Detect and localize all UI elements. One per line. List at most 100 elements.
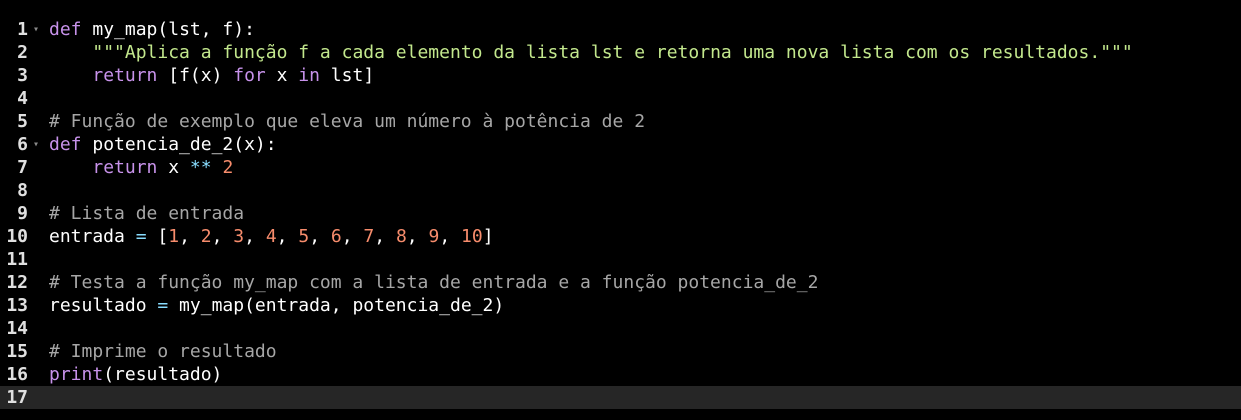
code-line[interactable]: 4	[0, 87, 1241, 110]
code-token: for	[233, 65, 266, 86]
line-number: 11	[6, 249, 28, 270]
line-number: 5	[17, 111, 28, 132]
code-token: 3	[233, 226, 245, 247]
fold-arrow-icon[interactable]: ▾	[30, 133, 42, 156]
code-token: ,	[406, 226, 429, 247]
line-number: 9	[17, 203, 28, 224]
line-number: 14	[6, 318, 28, 339]
line-number: 4	[17, 88, 28, 109]
code-token: # Lista de entrada	[49, 203, 245, 224]
code-line[interactable]: 16 print(resultado)	[0, 363, 1241, 386]
code-editor[interactable]: 1 ▾ def my_map(lst, f): 2 """Aplica a funçã…	[0, 18, 1241, 409]
code-token: (resultado)	[103, 364, 223, 385]
code-token: x	[157, 157, 190, 178]
fold-arrow-icon[interactable]: ▾	[30, 18, 42, 41]
code-text: def potencia_de_2(x):	[49, 133, 277, 156]
code-token: def	[49, 134, 82, 155]
code-token: [	[146, 226, 169, 247]
code-token: return	[92, 65, 158, 86]
code-line[interactable]: 17	[0, 386, 1241, 409]
code-text: # Testa a função my_map com a lista de e…	[49, 271, 818, 294]
code-token: ,	[309, 226, 331, 247]
code-token: resultado	[49, 295, 158, 316]
code-token: my_map(entrada, potencia_de_2)	[168, 295, 505, 316]
code-line[interactable]: 3 return [f(x) for x in lst]	[0, 64, 1241, 87]
line-number: 15	[6, 341, 28, 362]
code-token: ,	[341, 226, 364, 247]
code-token: 2	[200, 226, 212, 247]
line-number: 1	[17, 19, 28, 40]
line-number: 16	[6, 364, 28, 385]
code-text: # Lista de entrada	[49, 202, 244, 225]
code-token: my_map	[92, 19, 158, 40]
code-token: =	[157, 295, 169, 316]
code-text: return [f(x) for x in lst]	[49, 64, 374, 87]
code-line[interactable]: 5 # Função de exemplo que eleva um número…	[0, 110, 1241, 133]
code-token: ,	[244, 226, 266, 247]
line-number: 3	[17, 65, 28, 86]
code-line[interactable]: 10 entrada = [1, 2, 3, 4, 5, 6, 7, 8, 9, …	[0, 225, 1241, 248]
line-number: 17	[6, 387, 28, 408]
code-token: 7	[363, 226, 375, 247]
code-line[interactable]: 13 resultado = my_map(entrada, potencia_d…	[0, 294, 1241, 317]
line-number: 8	[17, 180, 28, 201]
code-token: ,	[439, 226, 462, 247]
code-token: def	[49, 19, 82, 40]
code-token: return	[92, 157, 158, 178]
code-token: (x):	[233, 134, 277, 155]
code-text: # Imprime o resultado	[49, 340, 277, 363]
code-token: print	[49, 364, 104, 385]
code-token: 9	[428, 226, 440, 247]
code-text: resultado = my_map(entrada, potencia_de_…	[49, 294, 504, 317]
code-token: # Imprime o resultado	[49, 341, 277, 362]
code-line[interactable]: 1 ▾ def my_map(lst, f):	[0, 18, 1241, 41]
code-text: entrada = [1, 2, 3, 4, 5, 6, 7, 8, 9, 10…	[49, 225, 494, 248]
code-token: in	[298, 65, 320, 86]
code-line[interactable]: 12 # Testa a função my_map com a lista de…	[0, 271, 1241, 294]
code-token: 10	[461, 226, 483, 247]
code-token: (lst, f):	[157, 19, 255, 40]
code-text: return x ** 2	[49, 156, 233, 179]
line-number: 12	[6, 272, 28, 293]
code-token: 8	[395, 226, 407, 247]
code-token: 1	[168, 226, 180, 247]
code-token: ,	[276, 226, 299, 247]
code-token: 6	[330, 226, 342, 247]
code-line[interactable]: 14	[0, 317, 1241, 340]
code-token: ,	[211, 226, 234, 247]
line-number: 7	[17, 157, 28, 178]
code-token: x	[265, 65, 299, 86]
code-token: 4	[265, 226, 277, 247]
line-number: 13	[6, 295, 28, 316]
code-token: =	[135, 226, 147, 247]
code-token: ]	[482, 226, 494, 247]
code-token: # Testa a função my_map com a lista de e…	[49, 272, 819, 293]
code-text: def my_map(lst, f):	[49, 18, 255, 41]
code-text: print(resultado)	[49, 363, 222, 386]
line-number: 2	[17, 42, 28, 63]
code-token: 2	[222, 157, 234, 178]
code-line[interactable]: 15 # Imprime o resultado	[0, 340, 1241, 363]
code-token: **	[189, 157, 212, 178]
code-token: potencia_de_2	[92, 134, 234, 155]
code-token: """Aplica a função f a cada elemento da …	[92, 42, 1133, 63]
code-text: """Aplica a função f a cada elemento da …	[49, 41, 1133, 64]
code-line[interactable]: 9 # Lista de entrada	[0, 202, 1241, 225]
line-number: 6	[17, 134, 28, 155]
code-token: lst]	[319, 65, 375, 86]
code-token: entrada	[49, 226, 136, 247]
code-line[interactable]: 11	[0, 248, 1241, 271]
code-line[interactable]: 6 ▾ def potencia_de_2(x):	[0, 133, 1241, 156]
code-line[interactable]: 8	[0, 179, 1241, 202]
code-token: ,	[179, 226, 201, 247]
code-line[interactable]: 7 return x ** 2	[0, 156, 1241, 179]
code-token: ,	[374, 226, 396, 247]
code-token: # Função de exemplo que eleva um número …	[49, 111, 646, 132]
code-line[interactable]: 2 """Aplica a função f a cada elemento d…	[0, 41, 1241, 64]
